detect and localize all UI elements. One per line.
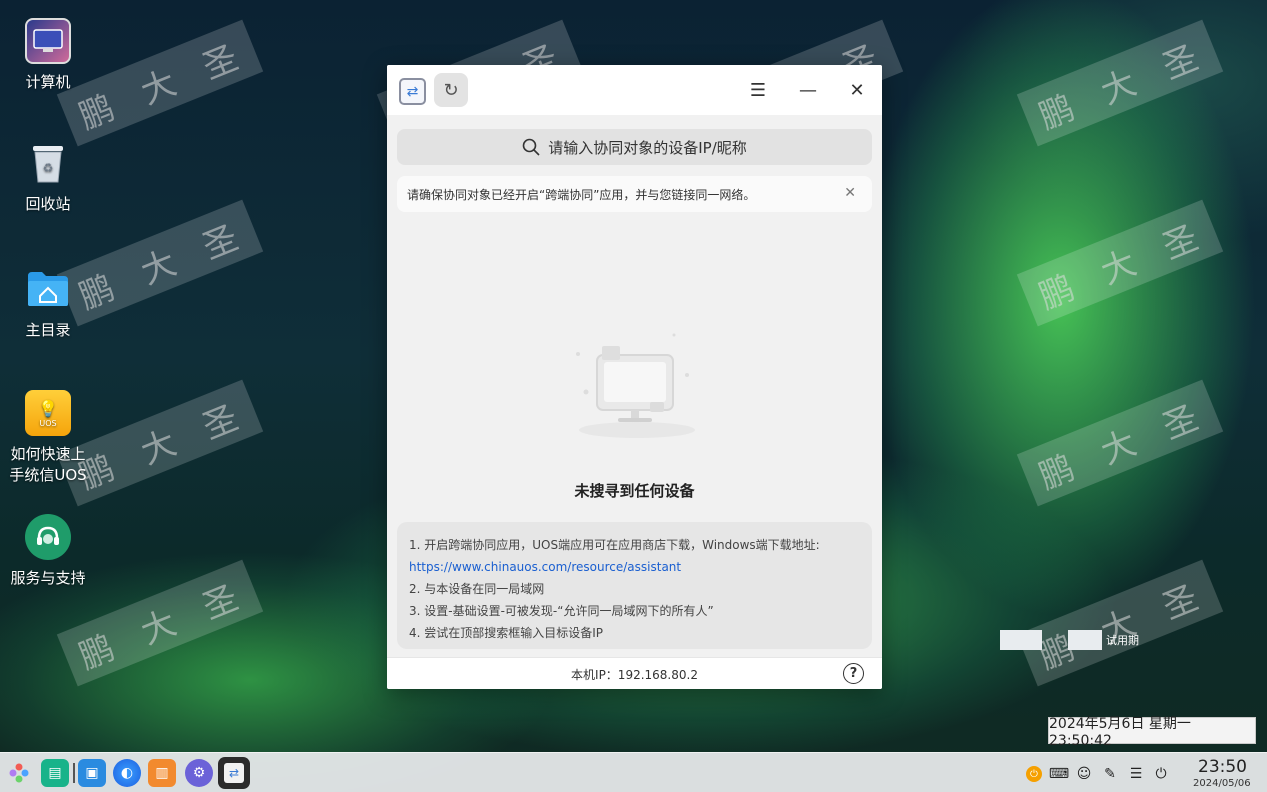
tip-line-4: 4. 尝试在顶部搜索框输入目标设备IP [409,626,604,640]
search-icon [522,138,540,156]
network-notice: 请确保协同对象已经开启“跨端协同”应用，并与您链接同一网络。 ✕ [397,176,872,212]
svg-text:♻: ♻ [43,161,54,175]
refresh-icon: ↻ [443,79,459,101]
multitask-view-button[interactable]: ▤ [41,759,69,787]
toggle-icon: ☰ [1129,766,1143,782]
app-logo-icon: ⇄ [399,78,426,105]
desktop-icon-label: 服务与支持 [10,569,86,587]
browser-button[interactable]: ◐ [113,759,141,787]
settings-button[interactable]: ⚙ [185,759,213,787]
control-center-button[interactable]: ☰ [1126,764,1146,784]
desktop-icon-label: 主目录 [25,321,71,339]
empty-state-title: 未搜寻到任何设备 [574,482,695,500]
tray-app-orange[interactable]: ⏻ [1024,764,1044,784]
desktop-icon-support[interactable]: 服务与支持 [3,514,93,589]
penguin-icon: ☺ [1076,766,1092,782]
computer-icon [25,18,71,64]
taskbar: ▤ ▣ ◐ ▥ ⚙ ⇄ ⏻ ⌨ ☺ ✎ ☰ ⏻ 23:50 2024/05/06 [0,752,1267,792]
notice-close-button[interactable]: ✕ [844,185,856,201]
multitask-icon: ▤ [48,765,62,781]
trial-indicator: 试用期 [1000,630,1139,650]
footer: 本机IP：192.168.80.2 ? [387,657,882,689]
close-icon: ✕ [849,79,865,101]
notice-text: 请确保协同对象已经开启“跨端协同”应用，并与您链接同一网络。 [407,187,756,202]
tip-line-2: 2. 与本设备在同一局域网 [409,582,545,596]
power-button[interactable]: ⏻ [1151,764,1171,784]
pen-tray-button[interactable]: ✎ [1100,764,1120,784]
app-store-button[interactable]: ▥ [148,759,176,787]
local-ip: 本机IP：192.168.80.2 [571,668,698,682]
desktop-icon-uos-guide[interactable]: 💡 UOS 如何快速上 手统信UOS [3,390,93,486]
file-manager-icon: ▣ [85,765,99,781]
uos-badge: UOS [39,419,57,428]
launcher-button[interactable] [5,759,33,787]
desktop-icon-label-line1: 如何快速上 [10,445,86,463]
close-button[interactable]: ✕ [842,75,872,105]
connection-tips: 1. 开启跨端协同应用，UOS端应用可在应用商店下载，Windows端下载地址:… [397,522,872,649]
cross-device-collaboration-window: ⇄ ↻ ☰ — ✕ 请输入协同对象的设备IP/昵称 请确保协同对象已经开启“跨端… [387,65,882,689]
power-orange-icon: ⏻ [1026,766,1042,782]
tray-app-penguin[interactable]: ☺ [1074,764,1094,784]
trial-text: 试用期 [1106,634,1139,647]
support-icon [25,514,71,560]
minimize-button[interactable]: — [793,75,823,105]
power-icon: ⏻ [1155,766,1167,782]
app-store-icon: ▥ [155,765,169,781]
tip-line-3: 3. 设置-基础设置-可被发现-“允许同一局域网下的所有人” [409,604,714,618]
desktop-icon-home[interactable]: 主目录 [3,266,93,341]
trash-icon: ♻ [25,140,71,186]
browser-icon: ◐ [120,765,134,781]
uos-guide-icon: 💡 UOS [25,390,71,436]
no-device-illustration [572,330,702,440]
minimize-icon: — [799,79,817,101]
keyboard-icon: ⌨ [1048,766,1070,782]
clock-time: 23:50 [1198,757,1247,777]
launcher-icon [9,763,29,783]
keyboard-tray-button[interactable]: ⌨ [1049,764,1069,784]
datetime-tooltip: 2024年5月6日 星期一 23:50:42 [1048,716,1256,749]
file-manager-button[interactable]: ▣ [78,759,106,787]
device-search-input[interactable]: 请输入协同对象的设备IP/昵称 [397,129,872,165]
tip-line-1: 1. 开启跨端协同应用，UOS端应用可在应用商店下载，Windows端下载地址: [409,538,820,552]
pen-icon: ✎ [1104,766,1116,782]
clock-date: 2024/05/06 [1193,778,1251,789]
refresh-button[interactable]: ↻ [434,73,468,107]
help-icon[interactable]: ? [843,663,864,684]
titlebar: ⇄ ↻ ☰ — ✕ [387,65,882,115]
redacted-block [1000,630,1042,650]
desktop-icon-trash[interactable]: ♻ 回收站 [3,140,93,215]
desktop-icon-label-line2: 手统信UOS [9,466,87,484]
home-folder-icon [25,266,71,312]
menu-icon: ☰ [749,79,767,101]
desktop-icon-computer[interactable]: 计算机 [3,18,93,93]
menu-button[interactable]: ☰ [743,75,773,105]
redacted-block [1068,630,1102,650]
taskbar-divider [73,763,75,783]
search-placeholder: 请输入协同对象的设备IP/昵称 [548,138,747,157]
desktop-icon-label: 计算机 [25,73,71,91]
gear-icon: ⚙ [192,765,206,781]
collaboration-app-icon: ⇄ [224,763,244,783]
download-link[interactable]: https://www.chinauos.com/resource/assist… [409,556,860,578]
collaboration-app-button[interactable]: ⇄ [218,757,250,789]
desktop-icon-label: 回收站 [25,195,71,213]
